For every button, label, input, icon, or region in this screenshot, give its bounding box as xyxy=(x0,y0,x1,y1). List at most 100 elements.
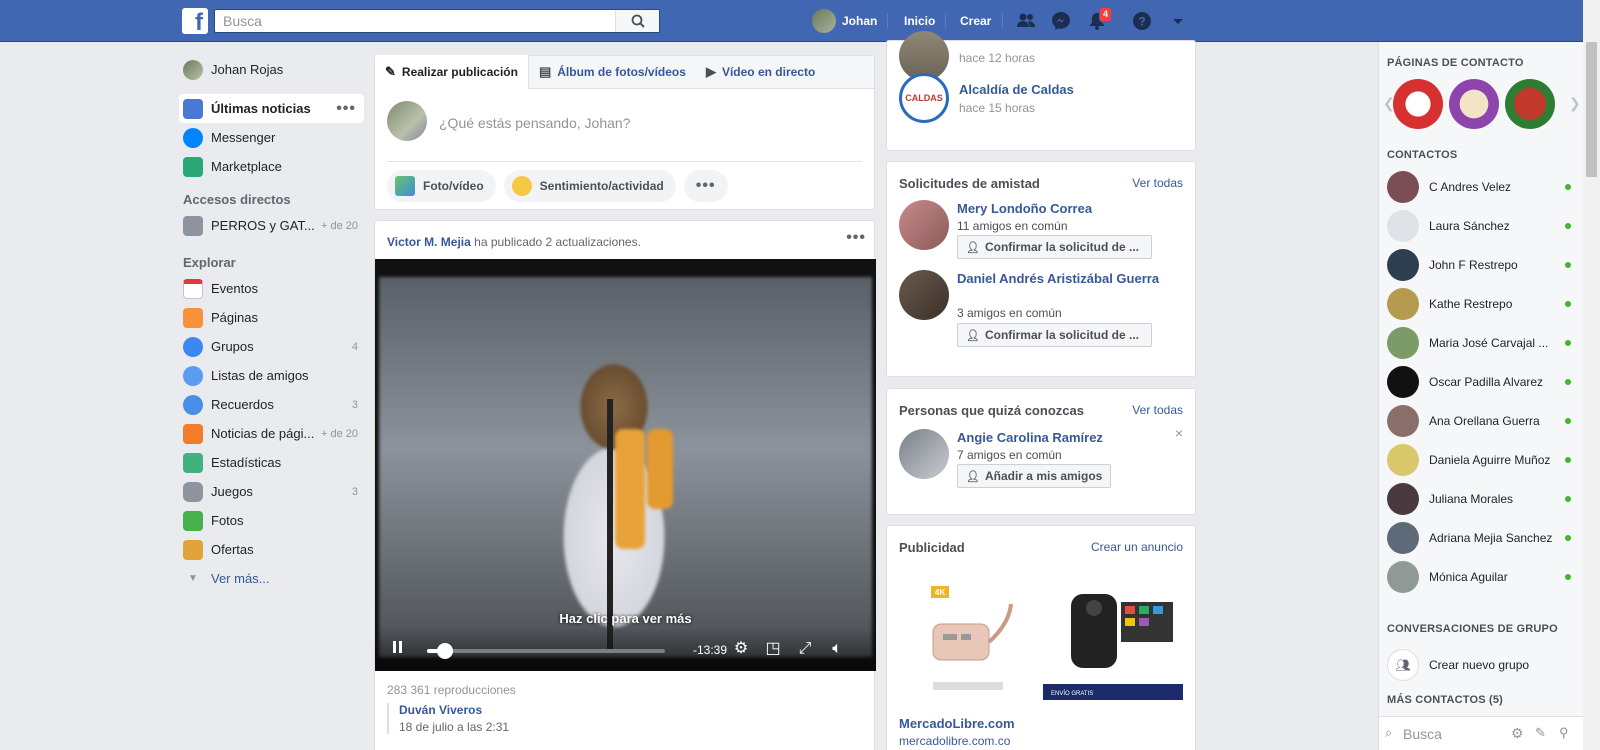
sidebar-item-messenger[interactable]: Messenger xyxy=(179,123,364,152)
avatar[interactable] xyxy=(899,200,949,250)
sidebar-item-marketplace[interactable]: Marketplace xyxy=(179,152,364,181)
page-scrollbar[interactable] xyxy=(1583,0,1600,750)
contact-item[interactable]: Mónica Aguilar xyxy=(1387,560,1577,594)
left-sidebar: Johan Rojas Últimas noticias ••• Messeng… xyxy=(179,55,364,593)
mutual-friends[interactable]: 3 amigos en común xyxy=(957,306,1062,320)
settings-gear-icon[interactable]: ⚙ xyxy=(731,639,751,659)
request-name[interactable]: Mery Londoño Correa xyxy=(957,200,1177,217)
compose-icon[interactable]: ✎ xyxy=(1535,725,1546,741)
mute-icon[interactable]: 🔈︎ xyxy=(827,639,847,659)
contact-item[interactable]: Oscar Padilla Alvarez xyxy=(1387,365,1577,399)
avatar xyxy=(1387,444,1419,476)
settings-gear-icon[interactable]: ⚙ xyxy=(1511,725,1524,742)
more-contacts-heading[interactable]: MÁS CONTACTOS (5) xyxy=(1387,694,1503,706)
chat-search-input[interactable] xyxy=(1403,723,1503,745)
group-icon: 👥︎ xyxy=(1387,649,1419,681)
sidebar-item-photos[interactable]: Fotos xyxy=(179,506,364,535)
contact-page-avatar[interactable] xyxy=(1393,79,1443,129)
create-group-button[interactable]: 👥︎ Crear nuevo grupo xyxy=(1387,648,1577,682)
shared-date[interactable]: 18 de julio a las 2:31 xyxy=(399,720,509,734)
shared-author-link[interactable]: Duván Viveros xyxy=(399,703,509,717)
contact-item[interactable]: Juliana Morales xyxy=(1387,482,1577,516)
online-status-indicator xyxy=(1565,535,1571,541)
more-options-icon[interactable]: ••• xyxy=(336,100,356,118)
help-icon[interactable]: ? xyxy=(1131,10,1153,32)
request-name[interactable]: Daniel Andrés Aristizábal Guerra xyxy=(957,270,1177,287)
create-ad-link[interactable]: Crear un anuncio xyxy=(1091,540,1183,554)
video-progress-bar[interactable] xyxy=(427,643,665,659)
avatar[interactable] xyxy=(899,270,949,320)
advertiser-domain[interactable]: mercadolibre.com.co xyxy=(899,734,1010,748)
account-menu-chevron-icon[interactable] xyxy=(1167,10,1189,32)
fullscreen-icon[interactable]: ⤢ xyxy=(795,639,815,659)
confirm-request-button[interactable]: 👤︎ Confirmar la solicitud de ... xyxy=(957,235,1152,259)
profile-link[interactable]: Johan xyxy=(812,0,877,42)
post-options-icon[interactable]: ••• xyxy=(846,229,866,247)
contact-item[interactable]: Daniela Aguirre Muñoz xyxy=(1387,443,1577,477)
composer-input[interactable]: ¿Qué estás pensando, Johan? xyxy=(439,115,630,131)
tab-live-video[interactable]: ▶ Vídeo en directo xyxy=(696,56,825,89)
contact-item[interactable]: Kathe Restrepo xyxy=(1387,287,1577,321)
chevron-right-icon[interactable]: ❯ xyxy=(1569,95,1581,112)
ad-image-adapter[interactable]: 4K xyxy=(899,584,1039,702)
sidebar-item-events[interactable]: Eventos xyxy=(179,274,364,303)
sidebar-item-offers[interactable]: Ofertas xyxy=(179,535,364,564)
more-actions-button[interactable]: ••• xyxy=(683,170,728,202)
contact-item[interactable]: Adriana Mejia Sanchez xyxy=(1387,521,1577,555)
sidebar-item-news-feed[interactable]: Últimas noticias ••• xyxy=(179,94,364,123)
video-cta[interactable]: Haz clic para ver más xyxy=(375,611,876,626)
tab-create-post[interactable]: ✎ Realizar publicación xyxy=(375,55,529,89)
video-player[interactable]: Haz clic para ver más -13:39 ⚙ ◳ ⤢ 🔈︎ xyxy=(375,259,876,671)
suggestion-name[interactable]: Angie Carolina Ramírez xyxy=(957,429,1177,446)
contact-item[interactable]: Laura Sánchez xyxy=(1387,209,1577,243)
post-author-link[interactable]: Victor M. Mejia xyxy=(387,235,471,249)
page-title[interactable]: Alcaldía de Caldas xyxy=(959,82,1074,97)
ad-image-projector[interactable]: ENVÍO GRATIS xyxy=(1043,584,1183,702)
composer-body[interactable]: ¿Qué estás pensando, Johan? xyxy=(375,89,874,157)
photo-video-button[interactable]: Foto/vídeo xyxy=(387,170,496,202)
contact-page-avatar[interactable] xyxy=(1505,79,1555,129)
sidebar-item-shortcut[interactable]: PERROS y GAT... + de 20 xyxy=(179,211,364,240)
sidebar-item-friend-lists[interactable]: Listas de amigos xyxy=(179,361,364,390)
see-all-link[interactable]: Ver todas xyxy=(1132,403,1183,417)
messenger-icon[interactable] xyxy=(1050,10,1072,32)
search-button[interactable] xyxy=(615,10,659,32)
advertiser-name[interactable]: MercadoLibre.com xyxy=(899,716,1015,731)
contact-item[interactable]: Maria José Carvajal ... xyxy=(1387,326,1577,360)
sidebar-item-pages-feed[interactable]: Noticias de pági... + de 20 xyxy=(179,419,364,448)
contact-item[interactable]: C Andres Velez xyxy=(1387,170,1577,204)
pause-icon[interactable] xyxy=(391,641,405,655)
facebook-logo-icon[interactable]: f xyxy=(182,8,208,34)
usb-adapter-illustration: 4K xyxy=(931,586,1013,690)
card-title: Personas que quizá conozcas xyxy=(899,403,1084,418)
composer-actions: Foto/vídeo Sentimiento/actividad ••• xyxy=(387,170,736,202)
search-input[interactable] xyxy=(215,10,615,32)
scrollbar-thumb[interactable] xyxy=(1586,42,1597,177)
contact-item[interactable]: John F Restrepo xyxy=(1387,248,1577,282)
sidebar-item-profile[interactable]: Johan Rojas xyxy=(179,55,364,84)
sidebar-item-insights[interactable]: Estadísticas xyxy=(179,448,364,477)
see-more-link[interactable]: ▼ Ver más... xyxy=(179,564,364,593)
see-all-link[interactable]: Ver todas xyxy=(1132,176,1183,190)
avatar[interactable] xyxy=(899,429,949,479)
confirm-request-button[interactable]: 👤︎ Confirmar la solicitud de ... xyxy=(957,323,1152,347)
contact-item[interactable]: Ana Orellana Guerra xyxy=(1387,404,1577,438)
sidebar-item-label: Juegos xyxy=(211,484,253,499)
mutual-friends[interactable]: 7 amigos en común xyxy=(957,448,1062,462)
friend-requests-icon[interactable] xyxy=(1015,10,1037,32)
picture-in-picture-icon[interactable]: ◳ xyxy=(763,639,783,659)
options-icon[interactable]: ⚲ xyxy=(1559,725,1569,741)
sidebar-item-games[interactable]: Juegos 3 xyxy=(179,477,364,506)
video-progress-handle[interactable] xyxy=(436,643,453,659)
sidebar-item-groups[interactable]: Grupos 4 xyxy=(179,332,364,361)
mutual-friends[interactable]: 11 amigos en común xyxy=(957,219,1068,233)
sidebar-item-pages[interactable]: Páginas xyxy=(179,303,364,332)
add-friend-button[interactable]: 👤︎ Añadir a mis amigos xyxy=(957,464,1112,488)
contact-page-avatar[interactable] xyxy=(1449,79,1499,129)
tab-photo-album[interactable]: ▤ Álbum de fotos/vídeos xyxy=(529,56,696,89)
page-item[interactable]: CALDAS Alcaldía de Caldas hace 15 horas xyxy=(899,73,1074,123)
feeling-activity-button[interactable]: Sentimiento/actividad xyxy=(503,170,676,202)
contacts-heading: CONTACTOS xyxy=(1387,149,1458,161)
video-time-remaining: -13:39 xyxy=(693,643,728,657)
sidebar-item-memories[interactable]: Recuerdos 3 xyxy=(179,390,364,419)
